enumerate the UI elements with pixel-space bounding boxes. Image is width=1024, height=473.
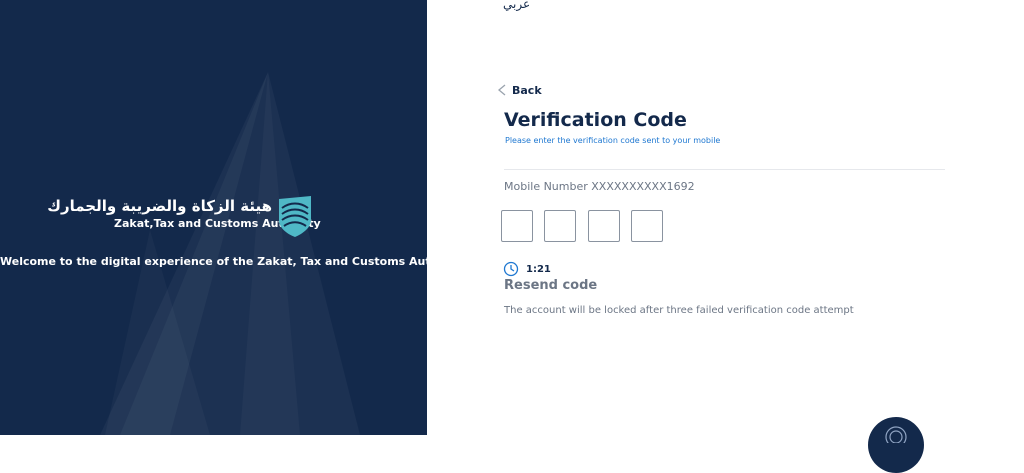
welcome-message: Welcome to the digital experience of the… — [0, 255, 427, 268]
divider — [504, 169, 945, 170]
page-subtitle: Please enter the verification code sent … — [505, 136, 721, 145]
code-digit-2[interactable] — [544, 210, 576, 242]
code-digit-4[interactable] — [631, 210, 663, 242]
brand-logo-block: هيئة الزكاة والضريبة والجمارك Zakat,Tax … — [47, 193, 321, 239]
page-title: Verification Code — [504, 109, 687, 131]
back-label: Back — [512, 83, 542, 97]
chevron-left-icon — [497, 84, 506, 96]
back-button[interactable]: Back — [495, 82, 542, 98]
code-digit-3[interactable] — [588, 210, 620, 242]
zatca-shield-logo-icon — [279, 196, 311, 237]
support-icon — [885, 426, 907, 443]
code-digit-1[interactable] — [501, 210, 533, 242]
brand-name-english: Zakat,Tax and Customs Authority — [114, 217, 321, 230]
clock-icon — [503, 261, 519, 277]
resend-timer: 1:21 — [503, 261, 551, 277]
timer-value: 1:21 — [526, 263, 551, 275]
brand-panel: هيئة الزكاة والضريبة والجمارك Zakat,Tax … — [0, 0, 427, 435]
masked-mobile-number: Mobile Number XXXXXXXXXX1692 — [504, 180, 695, 193]
support-button[interactable] — [868, 417, 924, 473]
lockout-note: The account will be locked after three f… — [504, 305, 854, 316]
resend-code-link[interactable]: Resend code — [504, 278, 597, 293]
language-toggle[interactable]: عربي — [503, 0, 530, 11]
brand-name-arabic: هيئة الزكاة والضريبة والجمارك — [47, 197, 272, 215]
